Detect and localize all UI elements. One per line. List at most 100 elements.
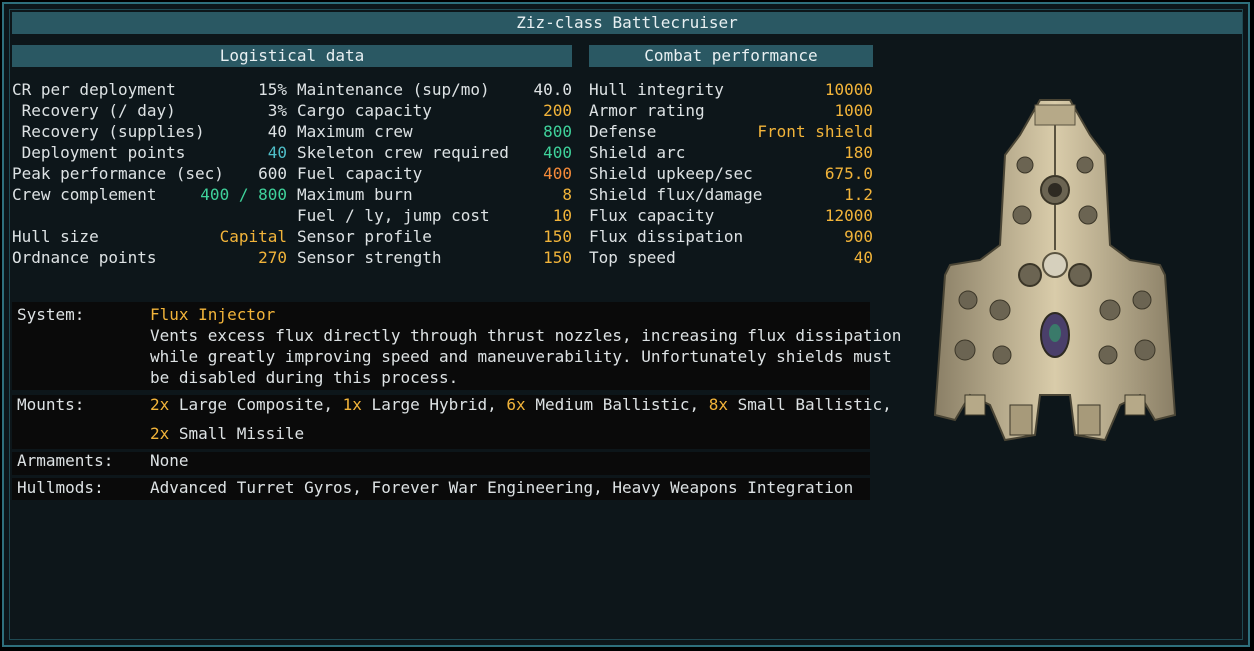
hullmods-value: Advanced Turret Gyros, Forever War Engin…	[150, 478, 854, 497]
logistical-stat-row: Cargo capacity 200	[297, 100, 572, 121]
logistical-stat-value: 3%	[267, 101, 287, 120]
system-label: System:	[17, 305, 85, 324]
logistical-stat-value: 40	[267, 122, 287, 141]
logistical-stat-value: 8	[562, 185, 572, 204]
logistical-stat-row: Ordnance points 270	[12, 247, 287, 268]
logistical-stat-label: Fuel / ly, jump cost	[297, 206, 490, 225]
combat-stat-row: Flux dissipation 900	[589, 226, 873, 247]
combat-stat-row: Shield flux/damage 1.2	[589, 184, 873, 205]
combat-stat-row: Shield arc 180	[589, 142, 873, 163]
combat-header: Combat performance	[589, 45, 873, 67]
logistical-stat-row: Skeleton crew required 400	[297, 142, 572, 163]
logistical-stat-label: Sensor profile	[297, 227, 432, 246]
mount-count: 2x	[150, 395, 170, 414]
logistical-stat-value: 400 / 800	[200, 185, 287, 204]
combat-stat-label: Flux dissipation	[589, 227, 744, 246]
logistical-stat-value: 600	[258, 164, 287, 183]
logistical-stat-value: 400	[543, 143, 572, 162]
mount-count: 8x	[708, 395, 728, 414]
logistical-stat-label: Maintenance (sup/mo)	[297, 80, 490, 99]
combat-stat-label: Hull integrity	[589, 80, 724, 99]
logistical-stat-row: Maximum crew 800	[297, 121, 572, 142]
combat-stat-label: Defense	[589, 122, 657, 141]
combat-stat-label: Armor rating	[589, 101, 705, 120]
combat-stat-value: 1000	[834, 101, 873, 120]
mount-type: Large Hybrid,	[361, 395, 507, 414]
mounts-label: Mounts:	[17, 395, 85, 414]
system-desc-line-2: while greatly improving speed and maneuv…	[150, 347, 892, 366]
combat-stat-value: Front shield	[757, 122, 873, 141]
logistical-stat-row: Sensor profile 150	[297, 226, 572, 247]
logistical-stat-value: Capital	[219, 227, 287, 246]
logistical-stat-label: Maximum burn	[297, 185, 413, 204]
armaments-row-bg	[12, 452, 870, 475]
logistical-stat-row	[12, 205, 287, 226]
combat-stat-label: Top speed	[589, 248, 676, 267]
logistical-stat-label: Crew complement	[12, 185, 157, 204]
logistical-stat-value: 150	[543, 248, 572, 267]
combat-stat-label: Shield arc	[589, 143, 686, 162]
logistical-stat-label: Skeleton crew required	[297, 143, 509, 162]
combat-stat-value: 675.0	[824, 164, 873, 183]
logistical-stat-value: 10	[552, 206, 572, 225]
mounts-line-1: 2x Large Composite, 1x Large Hybrid, 6x …	[150, 395, 892, 414]
combat-stat-value: 10000	[824, 80, 873, 99]
combat-stat-value: 40	[853, 248, 873, 267]
logistical-stat-value: 150	[543, 227, 572, 246]
ship-title: Ziz-class Battlecruiser	[12, 12, 1242, 34]
logistical-stat-value: 270	[258, 248, 287, 267]
mount-count: 1x	[342, 395, 362, 414]
logistical-stat-row: Sensor strength 150	[297, 247, 572, 268]
armaments-label: Armaments:	[17, 451, 114, 470]
logistical-stat-row: Maintenance (sup/mo) 40.0	[297, 79, 572, 100]
logistical-stat-label: Deployment points	[12, 143, 186, 162]
logistical-stat-label: Peak performance (sec)	[12, 164, 224, 183]
logistical-stat-label: Sensor strength	[297, 248, 442, 267]
logistical-header: Logistical data	[12, 45, 572, 67]
mounts-line-2: 2x Small Missile	[150, 424, 304, 443]
logistical-stat-row: Fuel / ly, jump cost 10	[297, 205, 572, 226]
logistical-stat-value: 800	[543, 122, 572, 141]
system-name: Flux Injector	[150, 305, 276, 324]
combat-stat-value: 900	[844, 227, 873, 246]
logistical-stat-label: Cargo capacity	[297, 101, 432, 120]
logistical-stat-row: Deployment points 40	[12, 142, 287, 163]
logistical-stat-value: 200	[543, 101, 572, 120]
system-desc-line-1: Vents excess flux directly through thrus…	[150, 326, 902, 345]
logistical-stat-value: 40	[267, 143, 287, 162]
combat-stat-row: Top speed 40	[589, 247, 873, 268]
mount-type: Large Composite,	[169, 395, 343, 414]
mount-count: 2x	[150, 424, 170, 443]
logistical-stat-row: Maximum burn 8	[297, 184, 572, 205]
system-desc-line-3: be disabled during this process.	[150, 368, 459, 387]
combat-stat-label: Shield upkeep/sec	[589, 164, 753, 183]
logistical-stat-label: CR per deployment	[12, 80, 176, 99]
combat-stat-row: Shield upkeep/sec 675.0	[589, 163, 873, 184]
logistical-stat-row: Fuel capacity 400	[297, 163, 572, 184]
mount-count: 6x	[506, 395, 526, 414]
logistical-stat-label: Recovery (supplies)	[12, 122, 205, 141]
logistical-stat-row: Peak performance (sec) 600	[12, 163, 287, 184]
logistical-stat-label: Recovery (/ day)	[12, 101, 176, 120]
logistical-stat-label: Fuel capacity	[297, 164, 423, 183]
mount-type: Small Missile	[169, 424, 305, 443]
logistical-stat-value: 40.0	[533, 80, 572, 99]
combat-stat-row: Defense Front shield	[589, 121, 873, 142]
logistical-stat-row: CR per deployment 15%	[12, 79, 287, 100]
combat-stat-label: Flux capacity	[589, 206, 715, 225]
combat-stat-value: 1.2	[844, 185, 873, 204]
mount-type: Small Ballistic,	[727, 395, 892, 414]
ship-sprite-icon	[933, 99, 1177, 442]
logistical-stat-value: 15%	[258, 80, 287, 99]
logistical-stat-row: Crew complement 400 / 800	[12, 184, 287, 205]
logistical-stat-value: 400	[543, 164, 572, 183]
mount-type: Medium Ballistic,	[525, 395, 709, 414]
logistical-stat-label: Ordnance points	[12, 248, 157, 267]
combat-stat-label: Shield flux/damage	[589, 185, 763, 204]
logistical-stat-row: Recovery (supplies) 40	[12, 121, 287, 142]
hullmods-label: Hullmods:	[17, 478, 104, 497]
logistical-stat-row: Hull size Capital	[12, 226, 287, 247]
logistical-stat-row: Recovery (/ day) 3%	[12, 100, 287, 121]
logistical-stat-label: Maximum crew	[297, 122, 413, 141]
combat-stat-row: Hull integrity 10000	[589, 79, 873, 100]
